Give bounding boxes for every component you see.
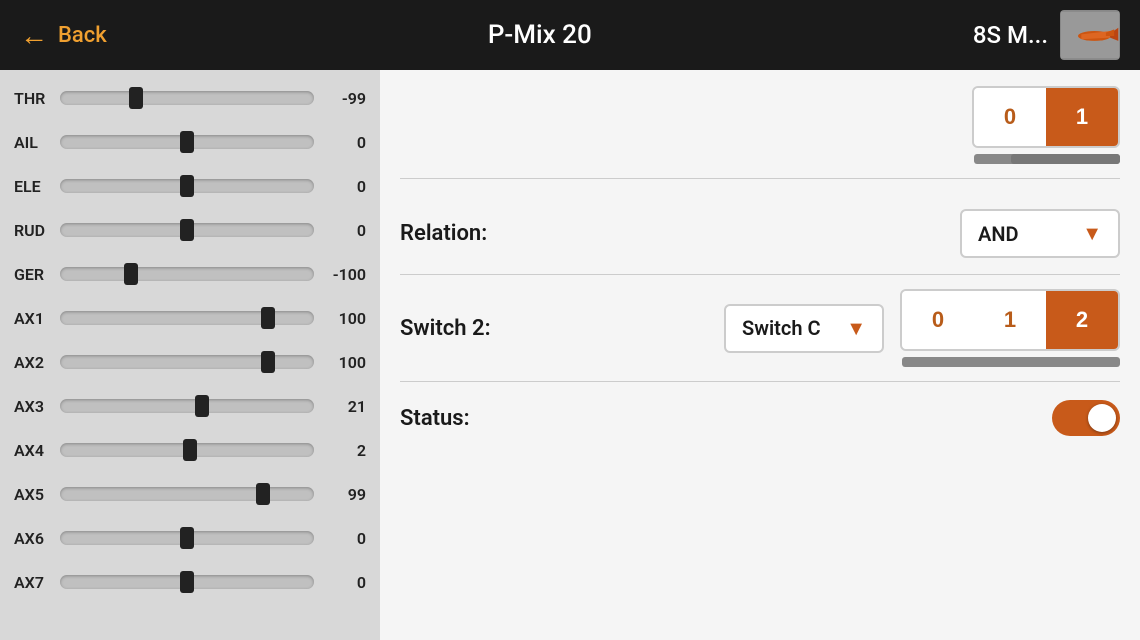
main-content: THR-99AIL0ELE0RUD0GER-100AX1100AX2100AX3…: [0, 70, 1140, 640]
slider-thumb-ax1: [261, 307, 275, 329]
switch2-section: Switch 2: Switch C ▼ 0 1 2: [400, 289, 1120, 382]
slider-label-ax5: AX5: [14, 485, 60, 504]
status-section: Status:: [400, 396, 1120, 436]
slider-thumb-ax2: [261, 351, 275, 373]
slider-row-rud: RUD 0: [14, 210, 366, 250]
slider-value-rud: 0: [314, 221, 366, 240]
relation-section: Relation: AND ▼: [400, 193, 1120, 275]
switch1-btn-group: 0 1: [972, 86, 1120, 148]
switch2-btn-group: 0 1 2: [900, 289, 1120, 351]
switch2-dropdown[interactable]: Switch C ▼: [724, 304, 884, 353]
slider-thumb-ax4: [183, 439, 197, 461]
status-toggle[interactable]: [1052, 400, 1120, 436]
switch1-buttons: 0 1: [400, 86, 1120, 164]
slider-track-rud[interactable]: [60, 220, 314, 240]
back-arrow-icon: ←: [20, 19, 48, 52]
back-button[interactable]: ← Back: [20, 19, 107, 52]
switch2-label: Switch 2:: [400, 316, 491, 341]
slider-thumb-ger: [124, 263, 138, 285]
slider-track-ax1[interactable]: [60, 308, 314, 328]
page-title: P-Mix 20: [488, 20, 592, 50]
relation-dropdown[interactable]: AND ▼: [960, 209, 1120, 258]
slider-thumb-ax6: [180, 527, 194, 549]
slider-row-ax1: AX1 100: [14, 298, 366, 338]
slider-row-ele: ELE 0: [14, 166, 366, 206]
slider-thumb-ax3: [195, 395, 209, 417]
switch2-btn-2[interactable]: 2: [1046, 291, 1118, 349]
switch2-indicator: [902, 357, 1120, 367]
slider-thumb-rud: [180, 219, 194, 241]
slider-track-ger[interactable]: [60, 264, 314, 284]
slider-row-ger: GER -100: [14, 254, 366, 294]
slider-value-ax5: 99: [314, 485, 366, 504]
slider-track-ax4[interactable]: [60, 440, 314, 460]
slider-row-ax4: AX4 2: [14, 430, 366, 470]
slider-label-ax3: AX3: [14, 397, 60, 416]
slider-track-thr[interactable]: [60, 88, 314, 108]
slider-value-ail: 0: [314, 133, 366, 152]
slider-value-ele: 0: [314, 177, 366, 196]
slider-value-thr: -99: [314, 89, 366, 108]
slider-track-ax5[interactable]: [60, 484, 314, 504]
slider-value-ax4: 2: [314, 441, 366, 460]
model-icon: [1060, 10, 1120, 60]
slider-label-thr: THR: [14, 89, 60, 108]
slider-value-ax2: 100: [314, 353, 366, 372]
relation-dropdown-arrow-icon: ▼: [1082, 221, 1102, 246]
slider-track-ax2[interactable]: [60, 352, 314, 372]
slider-label-ax2: AX2: [14, 353, 60, 372]
status-toggle-container: [1052, 400, 1120, 436]
back-label: Back: [58, 23, 107, 48]
slider-track-ele[interactable]: [60, 176, 314, 196]
slider-track-ax6[interactable]: [60, 528, 314, 548]
slider-row-ax7: AX7 0: [14, 562, 366, 602]
slider-thumb-ax7: [180, 571, 194, 593]
slider-value-ax6: 0: [314, 529, 366, 548]
app-header: ← Back P-Mix 20 8S M...: [0, 0, 1140, 70]
switch1-btn-1[interactable]: 1: [1046, 88, 1118, 146]
slider-track-ax3[interactable]: [60, 396, 314, 416]
switch1-btn-0[interactable]: 0: [974, 88, 1046, 146]
relation-value: AND: [978, 222, 1019, 246]
slider-label-ger: GER: [14, 265, 60, 284]
slider-value-ger: -100: [314, 265, 366, 284]
switch1-indicator: [974, 154, 1120, 164]
slider-value-ax7: 0: [314, 573, 366, 592]
slider-label-ax7: AX7: [14, 573, 60, 592]
model-name: 8S M...: [973, 21, 1048, 49]
switch2-btn-0[interactable]: 0: [902, 291, 974, 349]
switch2-btn-1[interactable]: 1: [974, 291, 1046, 349]
slider-row-ax3: AX3 21: [14, 386, 366, 426]
slider-track-ail[interactable]: [60, 132, 314, 152]
slider-row-ax2: AX2 100: [14, 342, 366, 382]
sliders-panel: THR -99 AIL 0 ELE 0 RUD 0 GER -100 AX1 100 AX2 100 AX3…: [0, 70, 380, 640]
slider-thumb-ax5: [256, 483, 270, 505]
slider-row-ail: AIL 0: [14, 122, 366, 162]
slider-row-ax6: AX6 0: [14, 518, 366, 558]
slider-track-ax7[interactable]: [60, 572, 314, 592]
slider-label-ax4: AX4: [14, 441, 60, 460]
slider-label-ail: AIL: [14, 133, 60, 152]
toggle-knob: [1088, 404, 1116, 432]
slider-thumb-ele: [180, 175, 194, 197]
slider-thumb-thr: [129, 87, 143, 109]
slider-label-ele: ELE: [14, 177, 60, 196]
slider-label-ax6: AX6: [14, 529, 60, 548]
slider-label-ax1: AX1: [14, 309, 60, 328]
status-label: Status:: [400, 406, 470, 431]
slider-value-ax3: 21: [314, 397, 366, 416]
switch2-dropdown-arrow-icon: ▼: [846, 316, 866, 341]
slider-thumb-ail: [180, 131, 194, 153]
switch2-wrapper: 0 1 2: [900, 289, 1120, 367]
switch1-section: 0 1: [400, 86, 1120, 179]
slider-value-ax1: 100: [314, 309, 366, 328]
relation-label: Relation:: [400, 221, 487, 246]
header-right: 8S M...: [973, 10, 1120, 60]
slider-row-ax5: AX5 99: [14, 474, 366, 514]
right-panel: 0 1 Relation: AND ▼ Swit: [380, 70, 1140, 640]
slider-row-thr: THR -99: [14, 78, 366, 118]
slider-label-rud: RUD: [14, 221, 60, 240]
switch2-dropdown-value: Switch C: [742, 316, 821, 340]
